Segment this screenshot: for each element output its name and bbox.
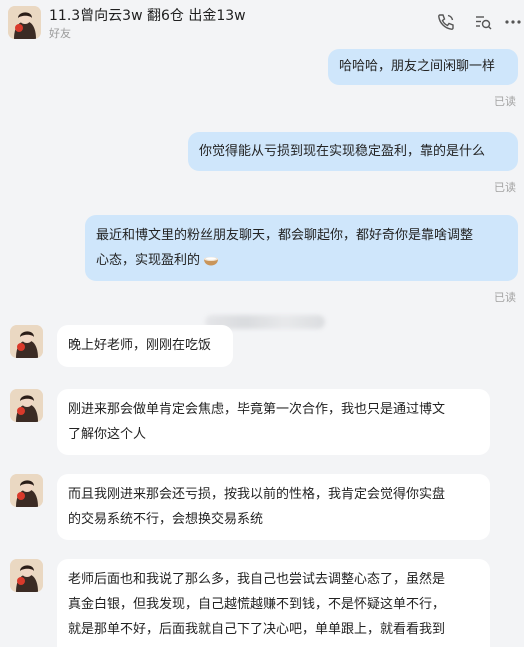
contact-avatar[interactable] (8, 6, 41, 39)
outgoing-message[interactable]: 哈哈哈，朋友之间闲聊一样 (328, 49, 518, 85)
more-icon[interactable] (503, 12, 523, 32)
incoming-message[interactable]: 而且我刚进来那会还亏损，按我以前的性格，我肯定会觉得你实盘 的交易系统不行，会想… (57, 474, 490, 540)
chat-subtitle: 好友 (49, 27, 71, 40)
call-icon[interactable] (436, 12, 456, 32)
read-status: 已读 (494, 181, 516, 194)
read-status: 已读 (494, 95, 516, 108)
chat-header: 11.3曾向云3w 翻6仓 出金13w 好友 (0, 0, 524, 46)
read-status: 已读 (494, 291, 516, 304)
bowl-emoji-icon (203, 250, 219, 266)
message-line: 老师后面也和我说了那么多，我自己也尝试去调整心态了，虽然是 (68, 572, 446, 587)
message-line: 最近和博文里的粉丝朋友聊天，都会聊起你，都好奇你是靠啥调整 (96, 228, 474, 243)
message-line: 刚进来那会做单肯定会焦虑，毕竟第一次合作，我也只是通过博文 (68, 402, 446, 417)
message-text: 哈哈哈，朋友之间闲聊一样 (339, 59, 496, 74)
incoming-message[interactable]: 晚上好老师，刚刚在吃饭 (57, 325, 233, 367)
outgoing-message[interactable]: 最近和博文里的粉丝朋友聊天，都会聊起你，都好奇你是靠啥调整 心态，实现盈利的 (85, 215, 518, 281)
message-text: 晚上好老师，刚刚在吃饭 (68, 338, 212, 353)
message-line: 就是那单不好，后面我就自己下了决心吧，单单跟上，就看看我到 (68, 622, 446, 637)
chat-title: 11.3曾向云3w 翻6仓 出金13w (49, 8, 246, 24)
incoming-message[interactable]: 老师后面也和我说了那么多，我自己也尝试去调整心态了，虽然是 真金白银，但我发现，… (57, 559, 490, 647)
message-text: 你觉得能从亏损到现在实现稳定盈利，靠的是什么 (199, 144, 486, 159)
message-line: 了解你这个人 (68, 427, 147, 442)
sender-avatar[interactable] (10, 559, 43, 592)
message-line: 心态，实现盈利的 (96, 253, 201, 268)
message-line: 真金白银，但我发现，自己越慌越赚不到钱，不是怀疑这单不行， (68, 597, 446, 612)
message-line: 的交易系统不行，会想换交易系统 (68, 512, 264, 527)
sender-avatar[interactable] (10, 325, 43, 358)
incoming-message[interactable]: 刚进来那会做单肯定会焦虑，毕竟第一次合作，我也只是通过博文 了解你这个人 (57, 389, 490, 455)
message-line: 而且我刚进来那会还亏损，按我以前的性格，我肯定会觉得你实盘 (68, 487, 446, 502)
sender-avatar[interactable] (10, 474, 43, 507)
sender-avatar[interactable] (10, 389, 43, 422)
search-chat-icon[interactable] (473, 12, 493, 32)
outgoing-message[interactable]: 你觉得能从亏损到现在实现稳定盈利，靠的是什么 (188, 132, 518, 171)
